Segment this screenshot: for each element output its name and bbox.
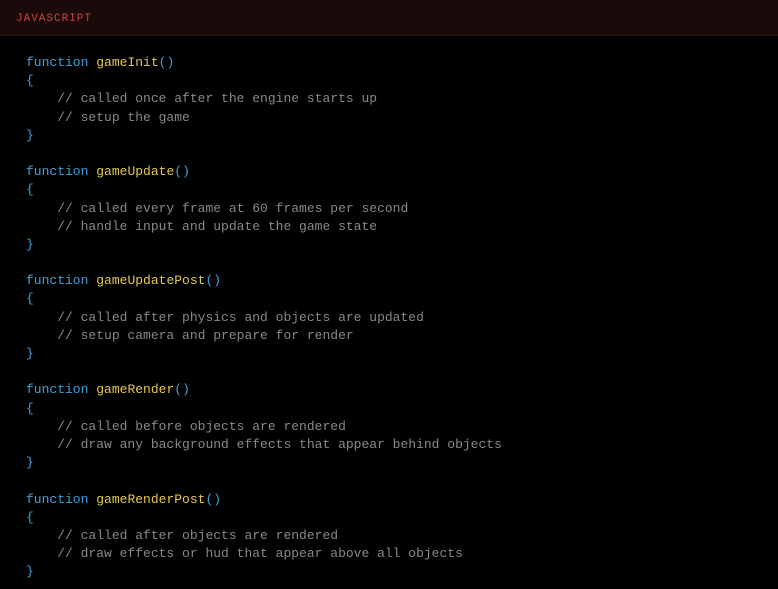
brace-close: } bbox=[26, 564, 34, 579]
code-line: function gameUpdate() bbox=[8, 163, 770, 181]
code-block: function gameInit() { // called once aft… bbox=[0, 36, 778, 589]
brace-open: { bbox=[26, 510, 34, 525]
function-name: gameRender bbox=[96, 382, 174, 397]
code-line: // handle input and update the game stat… bbox=[8, 218, 770, 236]
function-name: gameUpdatePost bbox=[96, 273, 205, 288]
comment: // draw effects or hud that appear above… bbox=[57, 546, 463, 561]
keyword: function bbox=[26, 382, 88, 397]
comment: // draw any background effects that appe… bbox=[57, 437, 502, 452]
code-line: // called once after the engine starts u… bbox=[8, 90, 770, 108]
comment: // called once after the engine starts u… bbox=[57, 91, 377, 106]
code-line: // called after physics and objects are … bbox=[8, 309, 770, 327]
indent bbox=[26, 328, 57, 343]
code-line: // draw effects or hud that appear above… bbox=[8, 545, 770, 563]
indent bbox=[26, 110, 57, 125]
paren-close: ) bbox=[166, 55, 174, 70]
blank-line bbox=[8, 254, 770, 272]
keyword: function bbox=[26, 492, 88, 507]
brace-open: { bbox=[26, 182, 34, 197]
language-label: JAVASCRIPT bbox=[16, 13, 92, 25]
brace-close: } bbox=[26, 128, 34, 143]
function-name: gameUpdate bbox=[96, 164, 174, 179]
code-line: { bbox=[8, 400, 770, 418]
blank-line bbox=[8, 145, 770, 163]
paren-open: ( bbox=[174, 382, 182, 397]
indent bbox=[26, 310, 57, 325]
function-name: gameInit bbox=[96, 55, 158, 70]
code-line: { bbox=[8, 509, 770, 527]
comment: // called after objects are rendered bbox=[57, 528, 338, 543]
indent bbox=[26, 546, 57, 561]
code-line: } bbox=[8, 563, 770, 581]
code-line: { bbox=[8, 181, 770, 199]
code-line: // setup camera and prepare for render bbox=[8, 327, 770, 345]
brace-close: } bbox=[26, 455, 34, 470]
keyword: function bbox=[26, 273, 88, 288]
indent bbox=[26, 219, 57, 234]
indent bbox=[26, 201, 57, 216]
keyword: function bbox=[26, 55, 88, 70]
indent bbox=[26, 437, 57, 452]
code-line: function gameRenderPost() bbox=[8, 491, 770, 509]
code-line: function gameInit() bbox=[8, 54, 770, 72]
indent bbox=[26, 419, 57, 434]
paren-close: ) bbox=[182, 164, 190, 179]
code-line: // called before objects are rendered bbox=[8, 418, 770, 436]
code-line: } bbox=[8, 345, 770, 363]
paren-close: ) bbox=[213, 273, 221, 288]
code-line: // draw any background effects that appe… bbox=[8, 436, 770, 454]
paren-close: ) bbox=[182, 382, 190, 397]
function-name: gameRenderPost bbox=[96, 492, 205, 507]
code-line: // called after objects are rendered bbox=[8, 527, 770, 545]
brace-open: { bbox=[26, 291, 34, 306]
comment: // setup camera and prepare for render bbox=[57, 328, 353, 343]
code-line: } bbox=[8, 454, 770, 472]
comment: // called before objects are rendered bbox=[57, 419, 346, 434]
code-line: function gameUpdatePost() bbox=[8, 272, 770, 290]
code-line: } bbox=[8, 127, 770, 145]
keyword: function bbox=[26, 164, 88, 179]
code-header: JAVASCRIPT bbox=[0, 0, 778, 36]
blank-line bbox=[8, 472, 770, 490]
brace-open: { bbox=[26, 401, 34, 416]
paren-close: ) bbox=[213, 492, 221, 507]
code-line: // called every frame at 60 frames per s… bbox=[8, 200, 770, 218]
brace-close: } bbox=[26, 346, 34, 361]
paren-open: ( bbox=[174, 164, 182, 179]
code-line: function gameRender() bbox=[8, 381, 770, 399]
comment: // setup the game bbox=[57, 110, 190, 125]
brace-close: } bbox=[26, 237, 34, 252]
comment: // called every frame at 60 frames per s… bbox=[57, 201, 408, 216]
code-line: { bbox=[8, 290, 770, 308]
indent bbox=[26, 528, 57, 543]
comment: // called after physics and objects are … bbox=[57, 310, 424, 325]
brace-open: { bbox=[26, 73, 34, 88]
code-line: { bbox=[8, 72, 770, 90]
blank-line bbox=[8, 363, 770, 381]
comment: // handle input and update the game stat… bbox=[57, 219, 377, 234]
code-line: // setup the game bbox=[8, 109, 770, 127]
indent bbox=[26, 91, 57, 106]
code-line: } bbox=[8, 236, 770, 254]
